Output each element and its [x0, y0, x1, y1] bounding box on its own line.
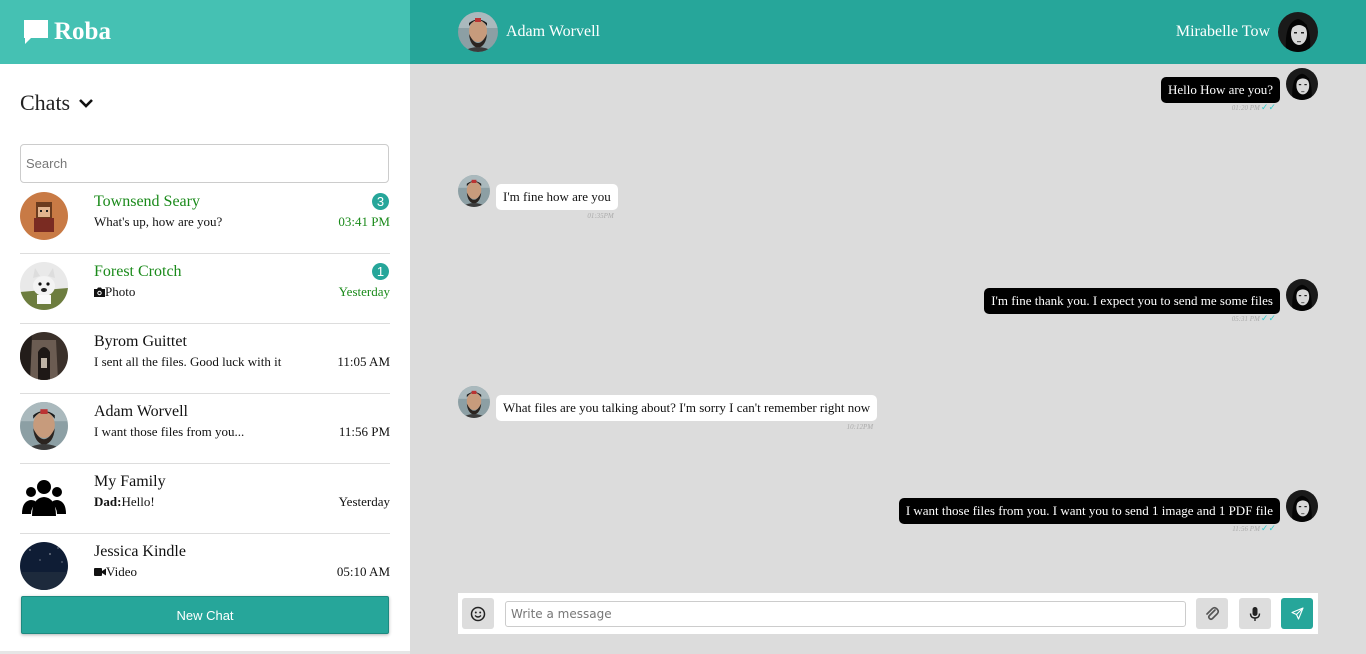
avatar [20, 542, 68, 590]
user-info[interactable]: Mirabelle Tow [1176, 12, 1318, 52]
chat-header: Adam Worvell Mirabelle Tow [410, 0, 1366, 64]
peer-info[interactable]: Adam Worvell [458, 12, 600, 52]
message-composer [458, 593, 1318, 634]
sender-avatar [1286, 68, 1318, 100]
message-input[interactable] [505, 601, 1186, 627]
chat-preview: I sent all the files. Good luck with it [94, 354, 281, 370]
preview-text: I want those files from you... [94, 424, 245, 439]
emoji-button[interactable] [462, 598, 494, 629]
double-check-icon: ✓✓ [1260, 313, 1276, 323]
user-name: Mirabelle Tow [1175, 23, 1270, 40]
new-chat-button[interactable]: New Chat [21, 596, 389, 634]
peer-avatar[interactable] [458, 12, 498, 52]
chat-name: Byrom Guittet [94, 333, 187, 350]
message-time: 10:12PM [846, 423, 874, 431]
preview-text: Photo [105, 284, 136, 299]
chat-time: 11:05 AM [337, 354, 390, 369]
double-check-icon: ✓✓ [1260, 102, 1276, 112]
sender-avatar [458, 386, 490, 418]
paperclip-icon [1206, 606, 1220, 620]
avatar [20, 262, 68, 310]
message-text: I'm fine how are you [496, 184, 618, 210]
preview-text: What's up, how are you? [94, 214, 223, 229]
sidebar: Chats Townsend Seary 3 What's up, how ar… [0, 64, 410, 654]
chat-preview: I want those files from you... [94, 424, 244, 440]
chat-time: 03:41 PM [338, 214, 390, 229]
sender-avatar [458, 175, 490, 207]
microphone-icon [1249, 606, 1261, 621]
chat-preview: What's up, how are you? [94, 214, 222, 230]
user-avatar[interactable] [1278, 12, 1318, 52]
chat-bubble-icon [24, 20, 48, 44]
chats-dropdown[interactable]: Chats [20, 90, 94, 116]
chat-name: Jessica Kindle [94, 543, 186, 560]
message-outgoing[interactable]: I'm fine thank you. I expect you to send… [984, 288, 1280, 323]
chat-name: Townsend Seary [94, 193, 200, 210]
message-time: 05:31 PM ✓✓ [1231, 313, 1276, 323]
preview-text: Video [106, 564, 137, 579]
chevron-down-icon [79, 99, 94, 108]
unread-badge: 3 [372, 193, 389, 210]
message-time: 01:35PM [587, 212, 614, 220]
message-incoming[interactable]: I'm fine how are you 01:35PM [496, 184, 618, 220]
smiley-icon [470, 606, 486, 621]
message-time: 11:56 PM ✓✓ [1232, 523, 1276, 533]
app-name: Roba [54, 18, 111, 45]
avatar [20, 402, 68, 450]
chat-time: 05:10 AM [336, 564, 390, 579]
chat-item-my-family[interactable]: My Family Dad: Hello! Yesterday [20, 464, 390, 534]
send-button[interactable] [1281, 598, 1313, 629]
chat-name: Adam Worvell [94, 403, 188, 420]
chat-preview: Video [94, 564, 137, 580]
unread-badge: 1 [372, 263, 389, 280]
message-time: 01:20 PM ✓✓ [1231, 102, 1276, 112]
brand-bar: Roba [0, 0, 410, 64]
chat-list: Townsend Seary 3 What's up, how are you?… [20, 184, 390, 604]
chat-preview: Photo [94, 284, 135, 300]
chat-item-adam-worvell[interactable]: Adam Worvell I want those files from you… [20, 394, 390, 464]
sender-avatar [1286, 279, 1318, 311]
message-text: I want those files from you. I want you … [898, 498, 1280, 524]
preview-text: Hello! [121, 494, 155, 509]
chat-item-forest-crotch[interactable]: Forest Crotch 1 Photo Yesterday [20, 254, 390, 324]
sender-avatar [1286, 490, 1318, 522]
preview-sender: Dad: [94, 494, 122, 509]
microphone-button[interactable] [1239, 598, 1271, 629]
chats-title: Chats [20, 90, 71, 115]
chat-time: 11:56 PM [338, 424, 390, 439]
message-incoming[interactable]: What files are you talking about? I'm so… [496, 395, 878, 431]
avatar [20, 332, 68, 380]
message-outgoing[interactable]: Hello How are you? 01:20 PM ✓✓ [1160, 77, 1280, 112]
chat-preview: Dad: Hello! [94, 494, 155, 510]
chat-item-jessica-kindle[interactable]: Jessica Kindle Video 05:10 AM [20, 534, 390, 604]
chat-name: Forest Crotch [94, 263, 182, 280]
message-text: I'm fine thank you. I expect you to send… [984, 288, 1280, 314]
chat-item-townsend-seary[interactable]: Townsend Seary 3 What's up, how are you?… [20, 184, 390, 254]
video-icon [94, 568, 106, 576]
preview-text: I sent all the files. Good luck with it [94, 354, 282, 369]
chat-name: My Family [94, 473, 166, 490]
peer-name: Adam Worvell [506, 23, 600, 40]
chat-item-byrom-guittet[interactable]: Byrom Guittet I sent all the files. Good… [20, 324, 390, 394]
attach-button[interactable] [1196, 598, 1228, 629]
send-icon [1290, 607, 1304, 620]
search-input[interactable] [20, 144, 389, 183]
chat-time: Yesterday [338, 284, 390, 299]
message-text: Hello How are you? [1160, 77, 1280, 103]
chat-time: Yesterday [338, 494, 390, 509]
message-text: What files are you talking about? I'm so… [496, 395, 878, 421]
camera-icon [94, 287, 105, 297]
message-outgoing[interactable]: I want those files from you. I want you … [898, 498, 1280, 533]
double-check-icon: ✓✓ [1260, 523, 1276, 533]
avatar [20, 192, 68, 240]
group-icon [20, 472, 68, 520]
